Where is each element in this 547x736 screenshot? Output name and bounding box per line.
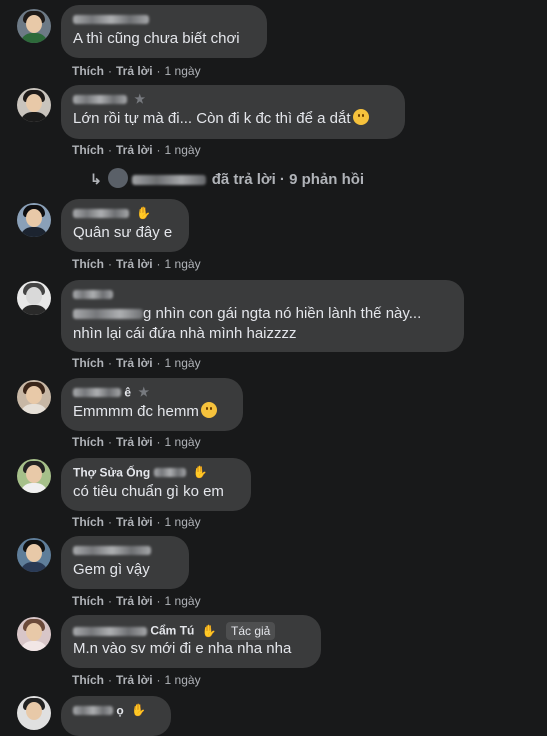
comment-actions: Thích · Trả lời · 1 ngày (72, 143, 201, 157)
comment-actions: Thích · Trả lời · 1 ngày (72, 594, 201, 608)
commenter-name[interactable]: ê ★ (73, 385, 231, 400)
avatar[interactable] (17, 696, 51, 730)
comment-actions: Thích · Trả lời · 1 ngày (72, 673, 201, 687)
avatar[interactable] (17, 538, 51, 572)
comment-actions: Thích · Trả lời · 1 ngày (72, 435, 201, 449)
star-icon: ✋ (201, 623, 217, 638)
timestamp[interactable]: 1 ngày (165, 594, 201, 608)
commenter-name[interactable] (73, 287, 452, 302)
like-button[interactable]: Thích (72, 143, 104, 157)
star-icon: ✋ (131, 703, 146, 718)
star-icon: ★ (134, 92, 146, 107)
timestamp[interactable]: 1 ngày (165, 356, 201, 370)
comment-text: M.n vào sv mới đi e nha nha nha (73, 640, 292, 657)
avatar[interactable] (17, 617, 51, 651)
comment-text: Lớn rồi tự mà đi... Còn đi k đc thì để a… (73, 109, 393, 129)
comment-actions: Thích · Trả lời · 1 ngày (72, 64, 201, 78)
avatar[interactable] (17, 88, 51, 122)
star-icon: ★ (138, 385, 150, 400)
emoji-icon (200, 402, 217, 418)
comment-text: có tiêu chuẩn gì ko em (73, 483, 224, 500)
commenter-name[interactable]: Thợ Sửa Ống ✋ (73, 465, 239, 480)
timestamp[interactable]: 1 ngày (165, 257, 201, 271)
like-button[interactable]: Thích (72, 435, 104, 449)
timestamp[interactable]: 1 ngày (165, 64, 201, 78)
like-button[interactable]: Thích (72, 515, 104, 529)
reply-button[interactable]: Trả lời (116, 594, 153, 608)
star-icon: ✋ (136, 206, 152, 221)
timestamp[interactable]: 1 ngày (165, 673, 201, 687)
emoji-icon (352, 109, 369, 125)
reply-button[interactable]: Trả lời (116, 435, 153, 449)
commenter-name[interactable]: Cẩm Tú ✋ Tác giả (73, 622, 309, 640)
reply-button[interactable]: Trả lời (116, 356, 153, 370)
avatar[interactable] (17, 459, 51, 493)
author-badge: Tác giả (226, 622, 276, 640)
comment-bubble: ✋ Quân sư đây e (61, 199, 189, 252)
timestamp[interactable]: 1 ngày (165, 143, 201, 157)
comment-actions: Thích · Trả lời · 1 ngày (72, 515, 201, 529)
comment-bubble: ê ★ Emmmm đc hemm (61, 378, 243, 431)
reply-button[interactable]: Trả lời (116, 64, 153, 78)
comment-bubble: Thợ Sửa Ống ✋ có tiêu chuẩn gì ko em (61, 458, 251, 511)
comment-text: g nhìn con gái ngta nó hiền lành thế này… (73, 305, 422, 342)
comment-actions: Thích · Trả lời · 1 ngày (72, 257, 201, 271)
like-button[interactable]: Thích (72, 356, 104, 370)
timestamp[interactable]: 1 ngày (165, 435, 201, 449)
comment-text: Emmmm đc hemm (73, 402, 231, 422)
comment-bubble: ★ Lớn rồi tự mà đi... Còn đi k đc thì để… (61, 85, 405, 139)
commenter-name[interactable]: ✋ (73, 206, 177, 221)
comment-text: Gem gì vậy (73, 561, 150, 578)
comment-bubble: A thì cũng chưa biết chơi (61, 5, 267, 58)
commenter-name[interactable]: ọ ✋ (73, 703, 159, 718)
avatar[interactable] (17, 380, 51, 414)
reply-button[interactable]: Trả lời (116, 257, 153, 271)
like-button[interactable]: Thích (72, 594, 104, 608)
view-replies-link[interactable]: ↳ đã trả lời · 9 phản hồi (90, 168, 364, 188)
timestamp[interactable]: 1 ngày (165, 515, 201, 529)
comment-bubble: Gem gì vậy (61, 536, 189, 589)
star-icon: ✋ (192, 465, 208, 480)
comment-text: Quân sư đây e (73, 224, 173, 241)
avatar (107, 168, 128, 188)
commenter-name[interactable]: ★ (73, 92, 393, 107)
commenter-name[interactable] (73, 543, 177, 558)
like-button[interactable]: Thích (72, 64, 104, 78)
avatar[interactable] (17, 281, 51, 315)
reply-button[interactable]: Trả lời (116, 515, 153, 529)
reply-arrow-icon: ↳ (90, 171, 102, 187)
comment-actions: Thích · Trả lời · 1 ngày (72, 356, 201, 370)
comment-bubble: Cẩm Tú ✋ Tác giả M.n vào sv mới đi e nha… (61, 615, 321, 668)
reply-button[interactable]: Trả lời (116, 673, 153, 687)
like-button[interactable]: Thích (72, 257, 104, 271)
avatar[interactable] (17, 203, 51, 237)
reply-button[interactable]: Trả lời (116, 143, 153, 157)
like-button[interactable]: Thích (72, 673, 104, 687)
commenter-name[interactable] (73, 12, 255, 27)
comment-text: A thì cũng chưa biết chơi (73, 30, 240, 47)
avatar[interactable] (17, 9, 51, 43)
comment-bubble: g nhìn con gái ngta nó hiền lành thế này… (61, 280, 464, 352)
comment-bubble: ọ ✋ (61, 696, 171, 736)
